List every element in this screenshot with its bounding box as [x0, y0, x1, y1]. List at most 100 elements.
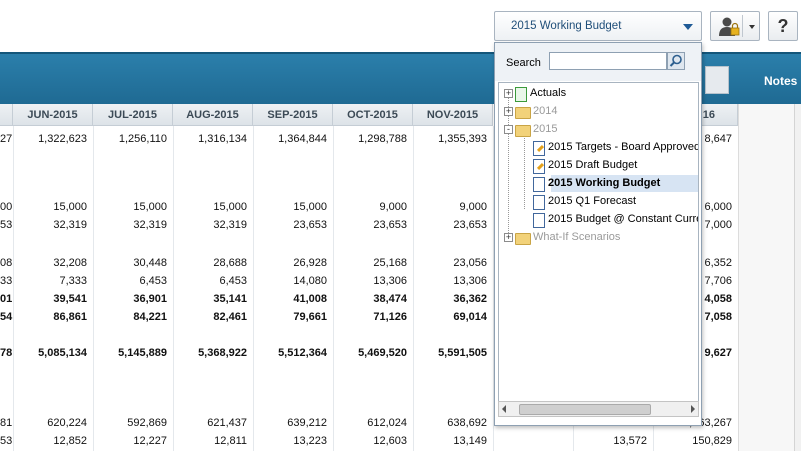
grid-cell[interactable]: 36,901	[93, 290, 173, 308]
grid-cell[interactable]: 53	[0, 432, 13, 450]
grid-cell[interactable]	[173, 148, 253, 166]
grid-cell[interactable]	[173, 368, 253, 386]
grid-cell[interactable]	[333, 234, 413, 252]
grid-cell[interactable]: 5,469,520	[333, 344, 413, 362]
grid-cell[interactable]	[173, 386, 253, 404]
scroll-thumb[interactable]	[519, 404, 651, 415]
grid-cell[interactable]	[253, 368, 333, 386]
grid-cell[interactable]: 00	[0, 198, 13, 216]
grid-cell[interactable]: 5,591,505	[413, 344, 493, 362]
grid-cell[interactable]: 15,000	[173, 198, 253, 216]
grid-cell[interactable]	[173, 326, 253, 344]
grid-cell[interactable]: 35,141	[173, 290, 253, 308]
grid-cell[interactable]: 28,688	[173, 254, 253, 272]
grid-cell[interactable]: 9,000	[413, 198, 493, 216]
grid-cell[interactable]	[333, 166, 413, 184]
tree-item[interactable]: - 2015	[499, 121, 698, 138]
grid-cell[interactable]: 32,319	[93, 216, 173, 234]
grid-cell[interactable]: 32,319	[13, 216, 93, 234]
help-button[interactable]: ?	[768, 11, 798, 41]
grid-cell[interactable]: 15,000	[13, 198, 93, 216]
scenario-dropdown[interactable]: 2015 Working Budget	[494, 11, 702, 41]
grid-cell[interactable]	[0, 148, 13, 166]
grid-cell[interactable]	[13, 326, 93, 344]
grid-cell[interactable]: 25,168	[333, 254, 413, 272]
scroll-left-icon[interactable]	[502, 405, 506, 413]
grid-cell[interactable]	[173, 166, 253, 184]
grid-cell[interactable]: 1,316,134	[173, 130, 253, 148]
grid-cell[interactable]: 1,298,788	[333, 130, 413, 148]
col-header[interactable]: SEP-2015	[253, 104, 333, 126]
grid-cell[interactable]: 7,333	[13, 272, 93, 290]
grid-cell[interactable]: 612,024	[333, 414, 413, 432]
tree-item[interactable]: +2014	[499, 103, 698, 120]
tree-item[interactable]: 2015 Q1 Forecast	[499, 193, 698, 210]
grid-cell[interactable]	[13, 368, 93, 386]
col-header[interactable]: OCT-2015	[333, 104, 413, 126]
collapse-icon[interactable]: -	[504, 125, 513, 134]
grid-cell[interactable]: 5,145,889	[93, 344, 173, 362]
col-header[interactable]: NOV-2015	[413, 104, 493, 126]
grid-cell[interactable]	[253, 166, 333, 184]
grid-cell[interactable]	[93, 148, 173, 166]
grid-cell[interactable]	[13, 234, 93, 252]
grid-cell[interactable]	[253, 234, 333, 252]
grid-cell[interactable]	[13, 386, 93, 404]
tree-item[interactable]: 2015 Working Budget	[533, 175, 698, 192]
grid-cell[interactable]: 1,355,393	[413, 130, 493, 148]
grid-cell[interactable]: 27	[0, 130, 13, 148]
tree-item[interactable]: 2015 Draft Budget	[499, 157, 698, 174]
grid-cell[interactable]	[333, 326, 413, 344]
grid-cell[interactable]: 38,474	[333, 290, 413, 308]
grid-cell[interactable]: 13,572	[573, 432, 653, 450]
scroll-right-icon[interactable]	[691, 405, 695, 413]
grid-cell[interactable]	[93, 386, 173, 404]
grid-cell[interactable]: 13,149	[413, 432, 493, 450]
expand-icon[interactable]: +	[504, 107, 513, 116]
grid-cell[interactable]	[253, 148, 333, 166]
grid-cell[interactable]	[93, 234, 173, 252]
grid-cell[interactable]: 5,368,922	[173, 344, 253, 362]
grid-cell[interactable]	[0, 386, 13, 404]
grid-cell[interactable]: 1,322,623	[13, 130, 93, 148]
grid-cell[interactable]: 9,000	[333, 198, 413, 216]
notes-header[interactable]: Notes	[764, 74, 797, 88]
grid-cell[interactable]: 15,000	[253, 198, 333, 216]
grid-cell[interactable]: 620,224	[13, 414, 93, 432]
grid-cell[interactable]	[333, 386, 413, 404]
grid-cell[interactable]	[253, 386, 333, 404]
grid-cell[interactable]	[13, 148, 93, 166]
grid-cell[interactable]: 86,861	[13, 308, 93, 326]
grid-cell[interactable]	[0, 166, 13, 184]
grid-cell[interactable]: 12,227	[93, 432, 173, 450]
grid-cell[interactable]: 81	[0, 414, 13, 432]
grid-cell[interactable]: 15,000	[93, 198, 173, 216]
grid-cell[interactable]: 150,829	[653, 432, 738, 450]
grid-cell[interactable]: 5,512,364	[253, 344, 333, 362]
grid-cell[interactable]: 639,212	[253, 414, 333, 432]
caret-down-icon[interactable]	[749, 25, 755, 29]
grid-cell[interactable]	[0, 326, 13, 344]
grid-cell[interactable]: 53	[0, 216, 13, 234]
tree-item[interactable]: + What-If Scenarios	[499, 229, 698, 246]
expand-icon[interactable]: +	[504, 233, 513, 242]
col-header[interactable]: AUG-2015	[173, 104, 253, 126]
expand-icon[interactable]: +	[504, 89, 513, 98]
grid-cell[interactable]: 592,869	[93, 414, 173, 432]
grid-cell[interactable]: 69,014	[413, 308, 493, 326]
tree-item[interactable]: 2015 Targets - Board Approved	[499, 139, 698, 156]
grid-cell[interactable]: 78	[0, 344, 13, 362]
search-input[interactable]	[549, 52, 667, 70]
grid-cell[interactable]	[93, 166, 173, 184]
grid-cell[interactable]: 23,056	[413, 254, 493, 272]
grid-cell[interactable]: 36,362	[413, 290, 493, 308]
grid-cell[interactable]	[413, 166, 493, 184]
grid-cell[interactable]: 30,448	[93, 254, 173, 272]
grid-cell[interactable]: 6,453	[93, 272, 173, 290]
grid-cell[interactable]	[413, 368, 493, 386]
grid-cell[interactable]: 1,364,844	[253, 130, 333, 148]
grid-cell[interactable]: 13,306	[413, 272, 493, 290]
grid-cell[interactable]: 32,319	[173, 216, 253, 234]
grid-cell[interactable]: 01	[0, 290, 13, 308]
user-menu-button[interactable]	[710, 11, 760, 41]
